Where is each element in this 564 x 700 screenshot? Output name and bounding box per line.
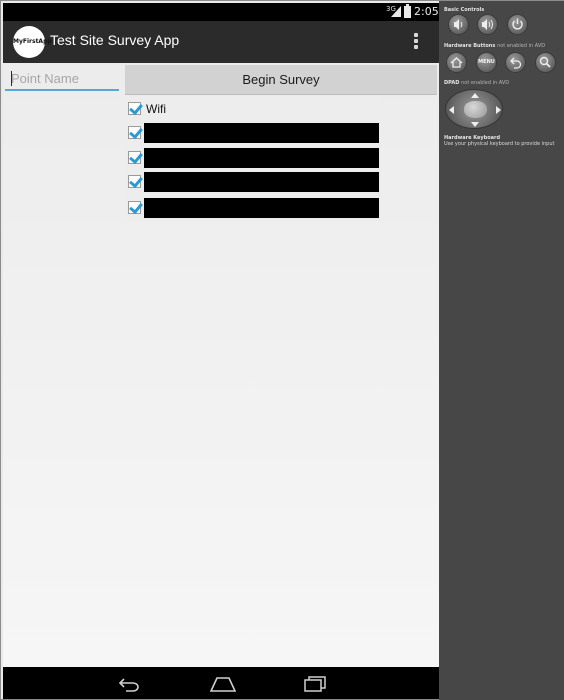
dpad-control[interactable] [445, 89, 503, 129]
hardware-buttons-label: Hardware Buttons [444, 43, 496, 49]
hardware-keyboard-note: Use your physical keyboard to provide in… [444, 141, 555, 147]
redacted-label [144, 198, 379, 218]
network-item[interactable] [125, 171, 381, 195]
dpad-heading: DPAD not enabled in AVD [444, 80, 509, 86]
dpad-note: not enabled in AVD [461, 80, 510, 86]
status-time: 2:05 [414, 5, 439, 18]
network-item[interactable] [125, 122, 381, 146]
network-label: Wifi [146, 102, 166, 116]
volume-down-icon [454, 19, 463, 30]
power-icon [512, 18, 523, 30]
volume-down-button[interactable] [448, 14, 469, 35]
home-icon[interactable] [210, 676, 236, 692]
dpad-center-button[interactable] [464, 101, 487, 118]
point-name-input[interactable] [5, 67, 119, 91]
home-hw-button[interactable] [446, 52, 467, 73]
emulator-window: 3G 2:05 MyFirstApp Test Site Survey App … [0, 0, 564, 700]
device-screen: 3G 2:05 MyFirstApp Test Site Survey App … [3, 3, 439, 699]
basic-controls-label: Basic Controls [444, 7, 485, 13]
hardware-buttons-note: not enabled in AVD [497, 43, 546, 49]
redacted-label [144, 148, 379, 168]
status-bar: 3G 2:05 [3, 3, 439, 21]
network-item[interactable] [125, 197, 381, 221]
signal-icon [391, 6, 401, 17]
back-hw-button[interactable] [505, 52, 526, 73]
app-icon[interactable]: MyFirstApp [13, 26, 52, 58]
wifi-checkbox[interactable] [128, 102, 141, 115]
search-icon [539, 56, 551, 68]
action-bar: MyFirstApp Test Site Survey App [3, 21, 439, 63]
network-checkbox[interactable] [128, 151, 141, 164]
navigation-bar [3, 667, 439, 699]
overflow-menu-icon[interactable] [411, 33, 421, 51]
network-checkbox[interactable] [128, 175, 141, 188]
return-icon [510, 57, 522, 69]
redacted-label [144, 172, 379, 192]
hardware-buttons-heading: Hardware Buttons not enabled in AVD [444, 43, 545, 49]
volume-up-button[interactable] [477, 14, 498, 35]
survey-form: Begin Survey Wifi [3, 63, 439, 667]
power-button[interactable] [507, 14, 528, 35]
network-checkbox[interactable] [128, 126, 141, 139]
network-list: Wifi [125, 97, 381, 221]
network-checkbox[interactable] [128, 201, 141, 214]
search-hw-button[interactable] [535, 52, 556, 73]
network-item-wifi[interactable]: Wifi [125, 98, 381, 122]
battery-icon [404, 4, 411, 18]
recent-apps-icon[interactable] [303, 676, 327, 692]
volume-up-icon [482, 19, 493, 30]
menu-hw-button[interactable]: MENU [476, 52, 497, 73]
house-icon [450, 57, 463, 68]
redacted-label [144, 123, 379, 143]
network-item[interactable] [125, 147, 381, 171]
back-icon[interactable] [118, 676, 140, 692]
text-cursor [11, 71, 12, 86]
dpad-label: DPAD [444, 80, 460, 86]
app-title: Test Site Survey App [50, 32, 180, 48]
begin-survey-button[interactable]: Begin Survey [125, 65, 437, 95]
emulator-control-panel: Basic Controls Hardware Buttons not enab… [439, 1, 564, 700]
